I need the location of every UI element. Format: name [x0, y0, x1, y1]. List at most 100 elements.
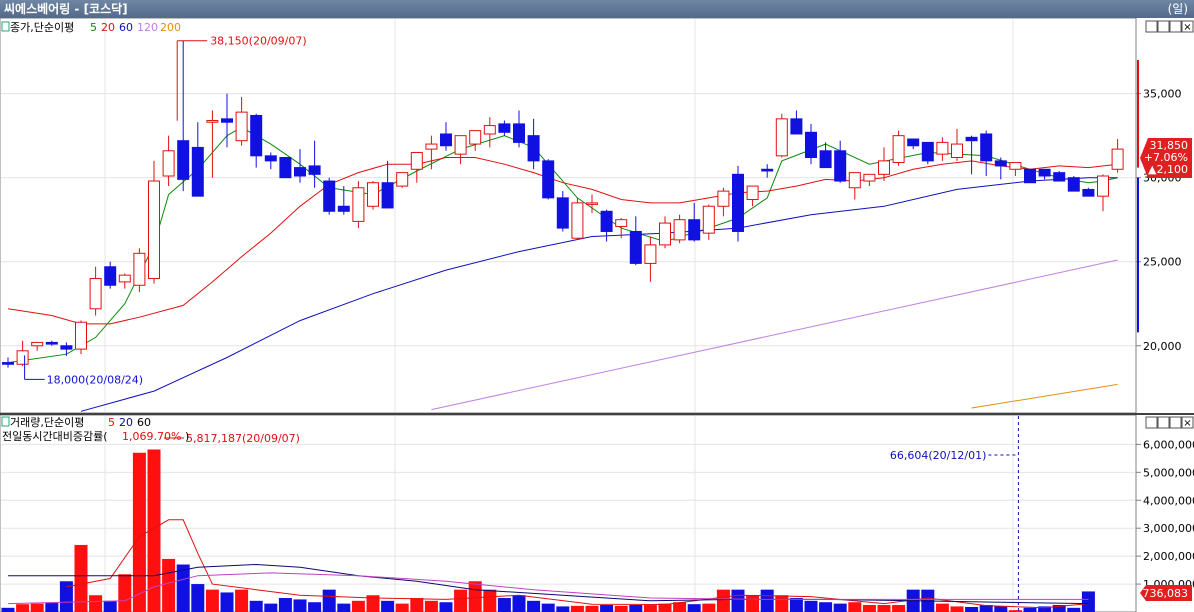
price-tick-label: 25,000 — [1143, 256, 1182, 269]
volume-bar — [833, 603, 847, 612]
price-panel-restore-button[interactable] — [1157, 20, 1170, 33]
candle-body — [2, 362, 14, 365]
candle-body — [31, 341, 44, 347]
volume-bar — [994, 606, 1008, 612]
candle-body — [206, 120, 219, 123]
candle-body — [848, 172, 861, 189]
volume-panel-minimize-button[interactable] — [1145, 416, 1158, 429]
candle-body — [659, 222, 671, 246]
candle-body — [717, 190, 730, 207]
volume-bar — [103, 600, 117, 612]
candle-body — [45, 341, 58, 345]
candle-body — [761, 168, 774, 172]
volume-bar — [746, 595, 760, 612]
vol-ma-60-label: 60 — [137, 416, 151, 429]
candle-body — [980, 133, 993, 162]
window-title: 씨에스베어링 - [코스닥] — [4, 2, 128, 16]
vol-ma-5-label: 5 — [108, 416, 115, 429]
volume-bar — [132, 452, 146, 612]
candle-body — [1038, 168, 1051, 177]
candle-body — [863, 173, 876, 182]
candle-body — [1082, 188, 1095, 197]
candle-body — [600, 210, 613, 232]
volume-tick-label: 6,000,000 — [1143, 438, 1194, 451]
volume-bar — [862, 605, 876, 612]
volume-bar — [205, 589, 219, 612]
volume-bar — [454, 589, 468, 612]
volume-bar — [439, 602, 453, 612]
volume-panel-maximize-button[interactable] — [1169, 416, 1182, 429]
volume-bar — [16, 604, 30, 612]
candle-body — [819, 150, 832, 169]
volume-bar — [702, 603, 716, 612]
min-price-annotation: 18,000(20/08/24) — [47, 373, 143, 386]
candle-body — [367, 182, 379, 207]
volume-bar — [293, 599, 307, 612]
candle-body — [629, 230, 642, 264]
candle-body — [221, 118, 233, 123]
candle-body — [688, 219, 701, 241]
candle-body — [162, 150, 175, 177]
volume-bar — [497, 598, 511, 612]
volume-bar — [687, 604, 701, 612]
volume-bar — [483, 589, 497, 612]
volume-close-glyph: × — [1183, 418, 1191, 429]
volume-bar — [1, 607, 15, 612]
volume-ratio-value: 1,069.70% — [122, 430, 181, 443]
price-panel-controls: × — [1145, 20, 1194, 33]
volume-bar — [877, 605, 891, 612]
candle-body — [148, 180, 160, 280]
candle-body — [1067, 177, 1080, 192]
candle-body — [425, 143, 438, 150]
current-change-abs: ▲2,100 — [1148, 163, 1188, 176]
volume-bar — [351, 600, 365, 612]
candle-body — [644, 244, 657, 264]
volume-bar — [176, 564, 190, 612]
current-volume: 736,083 — [1143, 587, 1189, 600]
candle-body — [790, 118, 803, 135]
candle-body — [177, 140, 190, 180]
current-volume-badge: 736,083 — [1140, 585, 1192, 601]
price-panel-minimize-button[interactable] — [1145, 20, 1158, 33]
window-titlebar: 씨에스베어링 - [코스닥] (일) — [0, 0, 1194, 18]
volume-bar — [249, 600, 263, 612]
volume-bar — [30, 603, 44, 612]
candle-body — [1009, 162, 1022, 170]
volume-bar — [819, 602, 833, 612]
candle-body — [118, 274, 131, 283]
price-legend-checkbox[interactable] — [1, 21, 10, 32]
candle-body — [1097, 175, 1109, 197]
volume-bar — [527, 600, 541, 612]
volume-bar — [585, 605, 599, 612]
volume-bar — [541, 603, 555, 612]
candle-body — [235, 111, 248, 142]
volume-panel-restore-button[interactable] — [1157, 416, 1170, 429]
volume-tick-label: 3,000,000 — [1143, 522, 1194, 535]
ma-5-label: 5 — [90, 21, 97, 34]
candle-body — [264, 155, 277, 162]
candle-body — [936, 141, 949, 155]
candle-body — [965, 136, 978, 142]
volume-bar — [468, 581, 482, 612]
volume-bar — [950, 606, 964, 612]
candle-body — [834, 150, 847, 182]
candle-body — [337, 205, 350, 212]
candle-body — [396, 172, 409, 187]
period-indicator[interactable]: (일) — [1168, 0, 1188, 18]
current-price-badge: 31,850 +7.06% ▲2,100 — [1140, 138, 1192, 178]
volume-bar — [410, 598, 424, 612]
volume-bar — [118, 574, 132, 612]
candle-body — [951, 143, 963, 159]
candle-body — [60, 345, 73, 350]
price-panel-maximize-button[interactable] — [1169, 20, 1182, 33]
candle-body — [104, 266, 117, 286]
volume-tick-label: 5,000,000 — [1143, 466, 1194, 479]
volume-bar — [89, 595, 103, 612]
candle-body — [878, 160, 890, 175]
candle-body — [586, 202, 598, 205]
volume-bar — [731, 589, 745, 612]
volume-legend-checkbox[interactable] — [1, 416, 10, 427]
ma-20-label: 20 — [101, 21, 115, 34]
volume-tick-label: 2,000,000 — [1143, 550, 1194, 563]
price-axis: 20,00025,00030,00035,000 — [1135, 18, 1182, 413]
